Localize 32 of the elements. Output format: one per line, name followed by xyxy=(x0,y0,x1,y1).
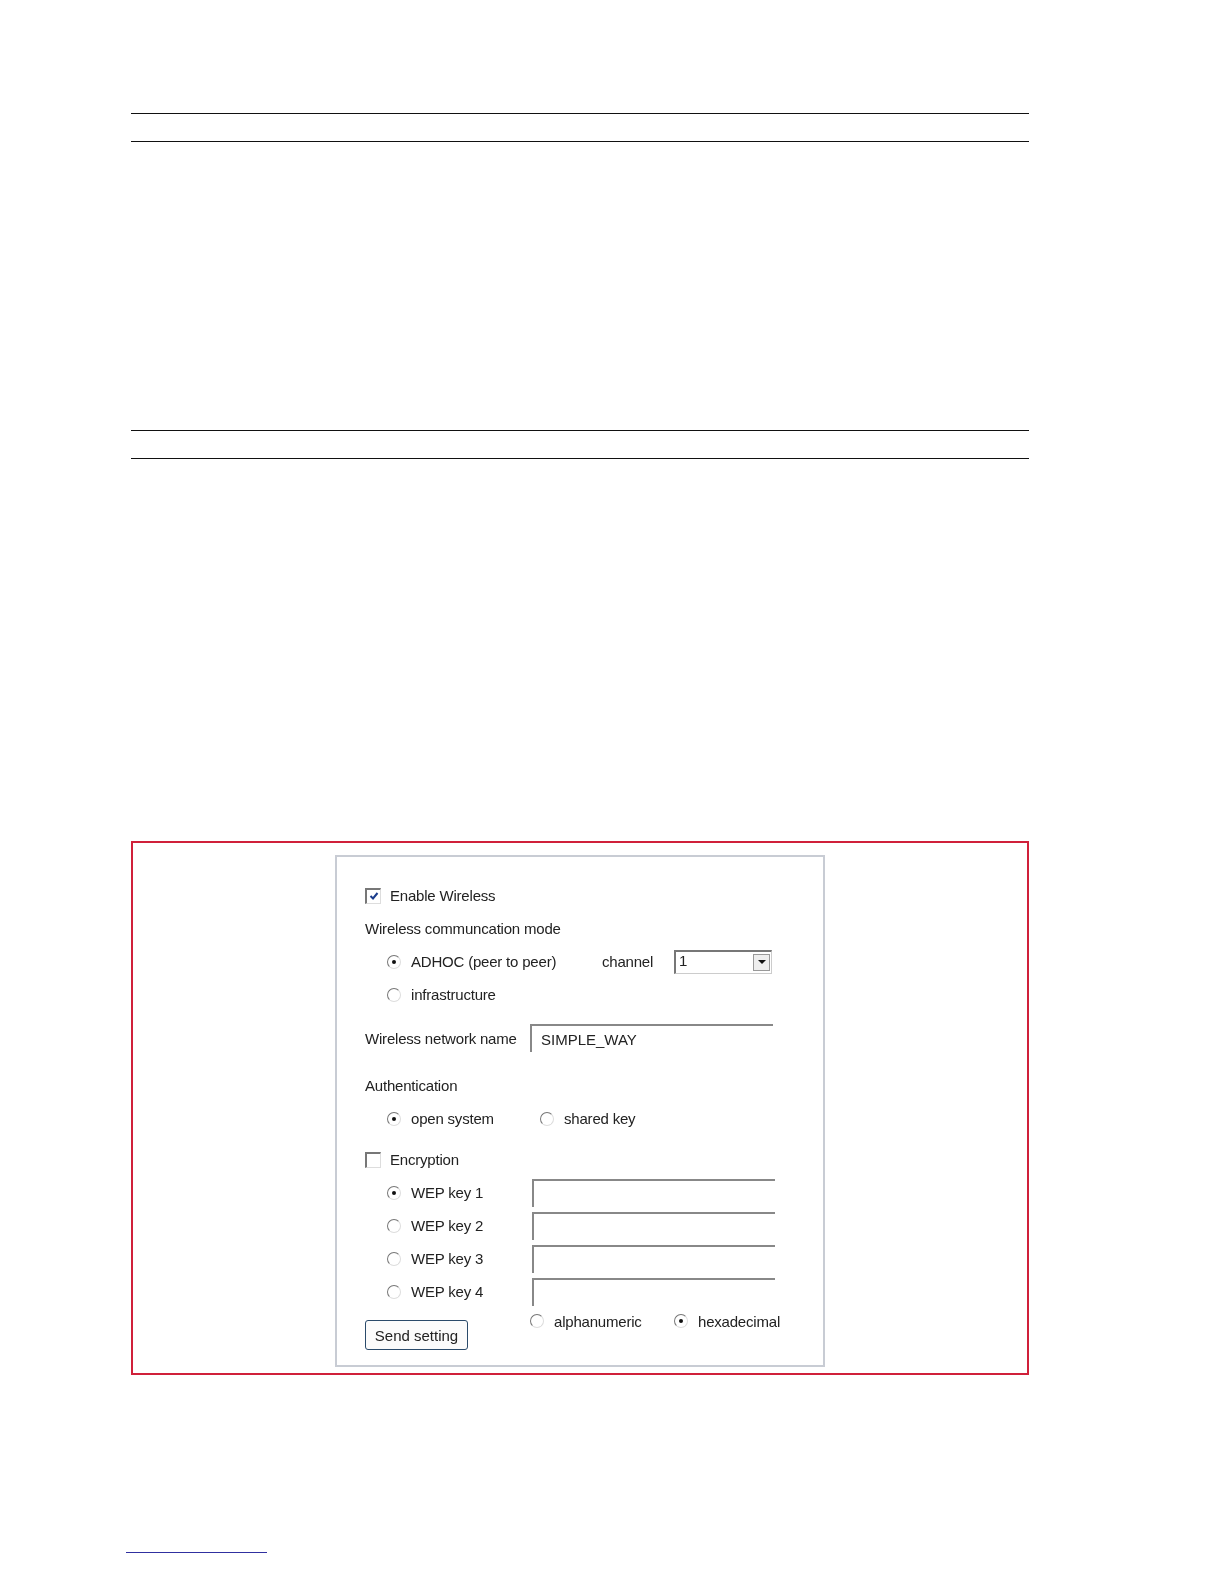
radio-button[interactable] xyxy=(387,1284,401,1299)
radio-button[interactable] xyxy=(387,1251,401,1266)
radio-button[interactable] xyxy=(387,1185,401,1200)
network-name-field[interactable]: SIMPLE_WAY xyxy=(530,1024,773,1052)
wep-key-label: WEP key 2 xyxy=(411,1217,485,1234)
authentication-option-label: shared key xyxy=(564,1110,636,1127)
wep-key-label: WEP key 3 xyxy=(411,1250,485,1267)
wep-key-label: WEP key 4 xyxy=(411,1283,485,1300)
channel-label: channel xyxy=(602,953,655,970)
radio-button[interactable] xyxy=(674,1314,688,1328)
radio-button[interactable] xyxy=(387,954,401,969)
send-setting-button[interactable]: Send setting xyxy=(365,1320,468,1350)
network-name-label: Wireless network name xyxy=(365,1029,518,1047)
radio-button[interactable] xyxy=(387,1218,401,1233)
key-format-label: hexadecimal xyxy=(698,1312,780,1330)
wep-key-label: WEP key 1 xyxy=(411,1184,485,1201)
radio-button[interactable] xyxy=(540,1111,554,1126)
encryption-checkbox[interactable] xyxy=(365,1151,381,1168)
key-format-label: alphanumeric xyxy=(554,1312,643,1330)
authentication-option-label: open system xyxy=(411,1110,495,1127)
channel-dropdown[interactable]: 1 xyxy=(674,949,772,974)
enable-wireless-label: Enable Wireless xyxy=(390,887,496,904)
mode-option-label: ADHOC (peer to peer) xyxy=(411,953,558,970)
mode-heading: Wireless communcation mode xyxy=(365,920,561,937)
checkmark-icon xyxy=(368,891,379,901)
radio-button[interactable] xyxy=(530,1314,544,1328)
enable-wireless-checkbox[interactable] xyxy=(365,887,381,904)
radio-button[interactable] xyxy=(387,1111,401,1126)
encryption-label: Encryption xyxy=(390,1151,459,1168)
authentication-heading: Authentication xyxy=(365,1077,458,1094)
radio-button[interactable] xyxy=(387,987,401,1002)
mode-option-label: infrastructure xyxy=(411,986,496,1003)
